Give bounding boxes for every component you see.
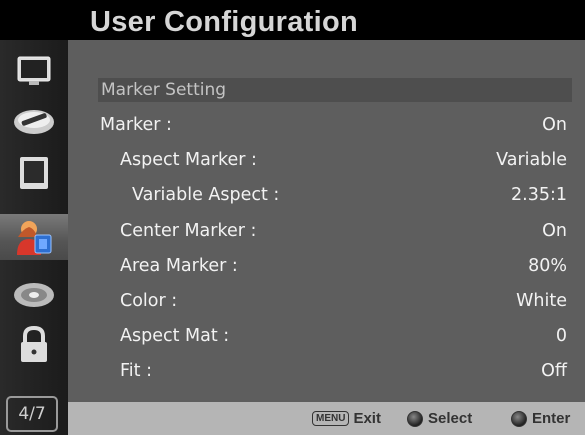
select-hint[interactable]: Select <box>407 402 472 435</box>
user-config-icon <box>17 221 52 255</box>
section-header: Marker Setting <box>98 78 572 102</box>
row-label: Area Marker : <box>120 256 238 276</box>
audio-disc-icon <box>14 283 54 307</box>
push-knob-icon <box>511 410 527 427</box>
menu-row-variable-aspect[interactable]: Variable Aspect : 2.35:1 <box>68 180 585 210</box>
page-title: User Configuration <box>90 6 359 38</box>
row-label: Aspect Marker : <box>120 150 257 170</box>
menu-row-center-marker[interactable]: Center Marker : On <box>68 216 585 246</box>
sidebar-item-display[interactable] <box>6 150 62 196</box>
row-label: Color : <box>120 291 178 311</box>
sidebar: 4/7 <box>0 40 68 435</box>
footer-hint-bar: MENU Exit Select Enter <box>68 402 585 435</box>
osd-screen: User Configuration 4/7 Marker Setting Ma… <box>0 0 585 435</box>
row-value: Variable <box>496 150 567 170</box>
enter-hint[interactable]: Enter <box>511 402 570 435</box>
sidebar-item-user-config[interactable] <box>0 214 68 260</box>
row-label: Fit : <box>120 361 152 381</box>
sidebar-item-lock[interactable] <box>6 322 62 368</box>
row-value: White <box>516 291 567 311</box>
monitor-icon <box>17 56 51 85</box>
row-value: 0 <box>555 326 567 346</box>
rotary-knob-icon <box>407 410 423 427</box>
exit-label: Exit <box>353 410 381 427</box>
menu-row-aspect-marker[interactable]: Aspect Marker : Variable <box>68 145 585 175</box>
row-label: Aspect Mat : <box>120 326 230 346</box>
exit-hint[interactable]: MENU Exit <box>312 402 381 435</box>
sidebar-item-audio[interactable] <box>6 272 62 318</box>
sidebar-item-monitor[interactable] <box>6 48 62 94</box>
settings-panel: Marker Setting Marker : On Aspect Marker… <box>68 40 585 402</box>
color-adjust-icon <box>14 110 54 134</box>
row-value: On <box>542 221 567 241</box>
row-value: 2.35:1 <box>511 185 567 205</box>
row-label: Center Marker : <box>120 221 257 241</box>
row-label: Marker : <box>100 115 172 135</box>
select-label: Select <box>428 410 473 427</box>
menu-row-aspect-mat[interactable]: Aspect Mat : 0 <box>68 321 585 351</box>
menu-key-icon: MENU <box>312 411 350 426</box>
row-value: On <box>542 115 567 135</box>
enter-label: Enter <box>532 410 571 427</box>
menu-row-marker[interactable]: Marker : On <box>68 110 585 140</box>
menu-row-color[interactable]: Color : White <box>68 286 585 316</box>
page-indicator: 4/7 <box>6 396 58 432</box>
menu-row-area-marker[interactable]: Area Marker : 80% <box>68 251 585 281</box>
display-frame-icon <box>20 157 48 189</box>
row-label: Variable Aspect : <box>132 185 280 205</box>
row-value: Off <box>541 361 567 381</box>
sidebar-item-color[interactable] <box>6 98 62 144</box>
lock-icon <box>21 325 47 362</box>
menu-row-fit[interactable]: Fit : Off <box>68 356 585 386</box>
row-value: 80% <box>528 256 567 276</box>
